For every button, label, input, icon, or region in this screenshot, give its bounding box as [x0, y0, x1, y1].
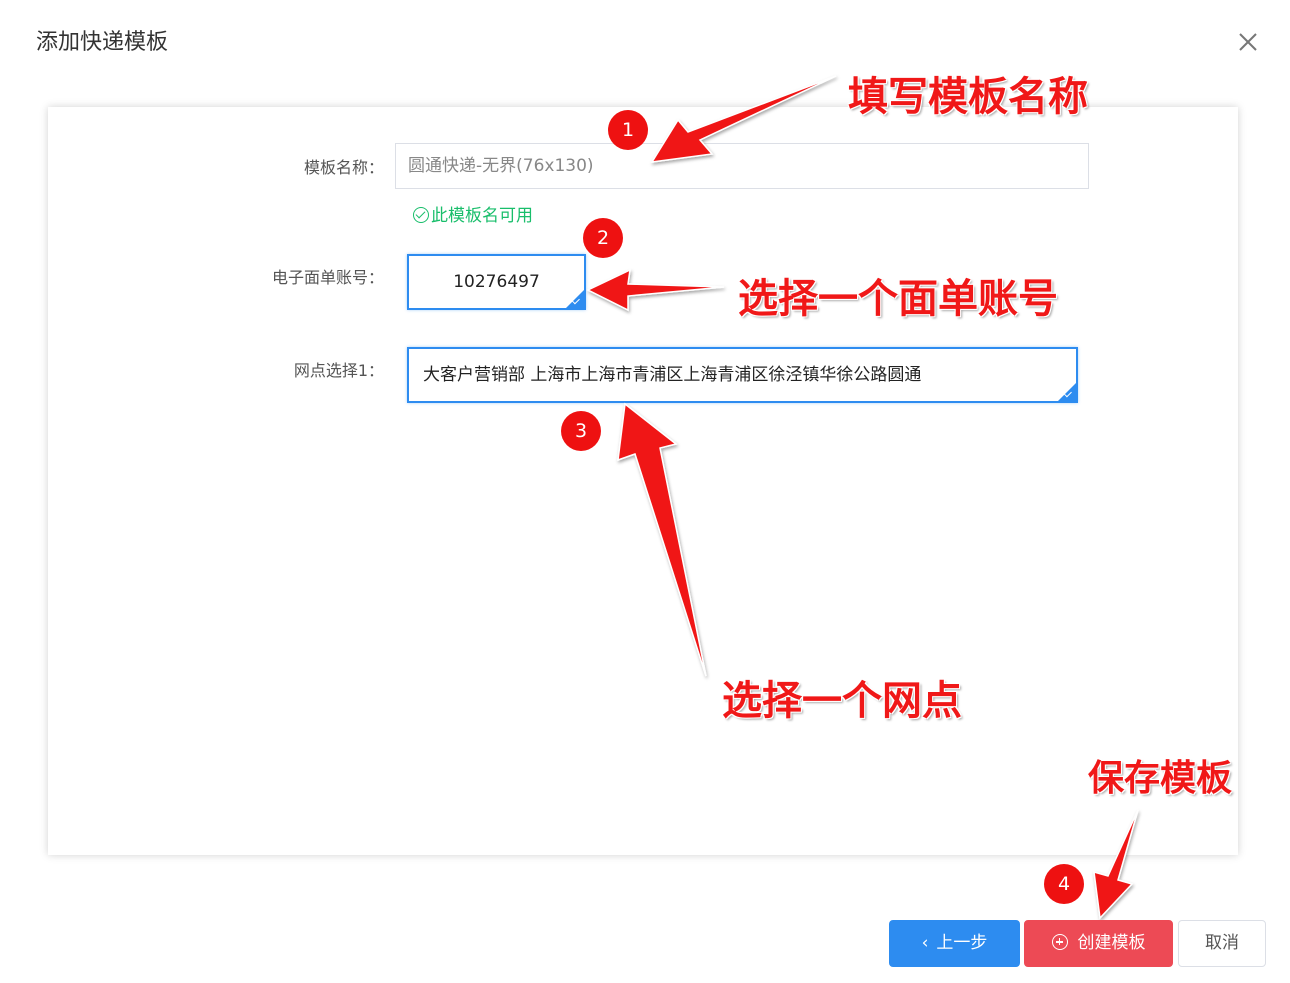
annotation-save-template: 保存模板	[1088, 758, 1233, 799]
selected-check-icon	[1058, 383, 1076, 401]
create-template-button[interactable]: 创建模板	[1024, 920, 1173, 967]
account-label: 电子面单账号：	[271, 268, 384, 287]
check-circle-icon	[413, 207, 429, 223]
template-name-label: 模板名称：	[303, 158, 384, 177]
cancel-button[interactable]: 取消	[1178, 920, 1266, 967]
name-valid-hint: 此模板名可用	[413, 201, 533, 226]
close-icon[interactable]	[1234, 28, 1262, 56]
site-select-value: 大客户营销部 上海市上海市青浦区上海青浦区徐泾镇华徐公路圆通	[423, 365, 922, 385]
create-template-label: 创建模板	[1077, 933, 1146, 953]
prev-step-label: 上一步	[936, 933, 988, 953]
prev-step-button[interactable]: ‹ 上一步	[889, 920, 1020, 967]
template-name-input[interactable]	[395, 143, 1089, 189]
annotation-choose-account: 选择一个面单账号	[738, 276, 1058, 322]
step-badge-4: 4	[1044, 864, 1084, 904]
plus-circle-icon	[1051, 934, 1068, 950]
dialog-title: 添加快递模板	[36, 30, 169, 55]
site-select[interactable]: 大客户营销部 上海市上海市青浦区上海青浦区徐泾镇华徐公路圆通	[407, 347, 1078, 403]
step-badge-1: 1	[608, 110, 648, 150]
annotation-fill-name: 填写模板名称	[848, 74, 1088, 120]
account-select[interactable]: 10276497	[407, 254, 586, 310]
chevron-left-icon: ‹	[921, 933, 929, 953]
cancel-label: 取消	[1205, 933, 1239, 953]
account-select-value: 10276497	[453, 272, 540, 292]
step-badge-3: 3	[561, 411, 601, 451]
site-label: 网点选择1：	[293, 361, 384, 380]
step-badge-2: 2	[583, 218, 623, 258]
name-valid-hint-text: 此模板名可用	[431, 206, 533, 226]
selected-check-icon	[566, 290, 584, 308]
form-panel	[48, 107, 1238, 855]
annotation-choose-site: 选择一个网点	[722, 678, 962, 724]
